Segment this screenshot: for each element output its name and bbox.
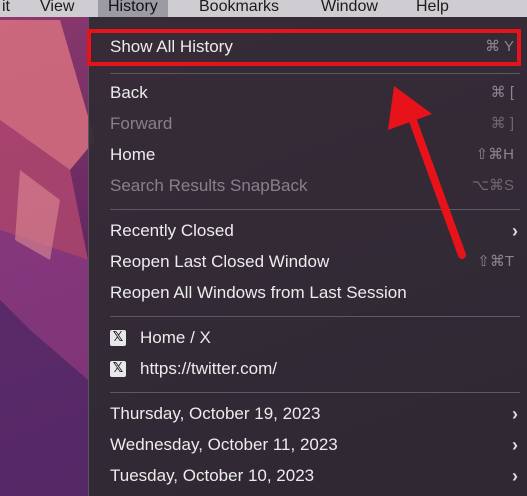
menu-bar: it View History Bookmarks Window Help (0, 0, 527, 17)
menu-separator (110, 73, 520, 74)
reopen-all-label: Reopen All Windows from Last Session (110, 283, 407, 302)
history-date-item[interactable]: Tuesday, October 10, 2023 › (89, 462, 527, 490)
search-results-snapback-item: Search Results SnapBack ⌥⌘S (89, 172, 527, 200)
chevron-right-icon: › (512, 435, 518, 455)
reopen-all-windows-item[interactable]: Reopen All Windows from Last Session (89, 279, 527, 307)
forward-label: Forward (110, 114, 173, 133)
recently-closed-label: Recently Closed (110, 221, 234, 240)
history-page-label: Home / X (140, 328, 211, 347)
back-shortcut: ⌘ [ (490, 84, 514, 101)
reopen-last-closed-window-item[interactable]: Reopen Last Closed Window ⇧⌘T (89, 248, 527, 276)
menu-window[interactable]: Window (321, 0, 378, 17)
history-dropdown-menu: Show All History ⌘ Y Back ⌘ [ Forward ⌘ … (88, 17, 527, 496)
history-page-label: https://twitter.com/ (140, 359, 277, 378)
home-shortcut: ⇧⌘H (475, 146, 514, 163)
home-item[interactable]: Home ⇧⌘H (89, 141, 527, 169)
history-date-label: Tuesday, October 10, 2023 (110, 466, 315, 485)
reopen-last-shortcut: ⇧⌘T (477, 253, 514, 270)
x-logo-icon: 𝕏 (110, 330, 126, 346)
recently-closed-item[interactable]: Recently Closed › (89, 217, 527, 245)
history-date-item[interactable]: Thursday, October 19, 2023 › (89, 400, 527, 428)
history-page-item[interactable]: 𝕏 https://twitter.com/ (89, 355, 527, 383)
menu-separator (110, 392, 520, 393)
menu-history[interactable]: History (98, 0, 168, 17)
chevron-right-icon: › (512, 466, 518, 486)
menu-view[interactable]: View (40, 0, 74, 17)
back-label: Back (110, 83, 148, 102)
chevron-right-icon: › (512, 221, 518, 241)
history-date-label: Thursday, October 19, 2023 (110, 404, 321, 423)
forward-shortcut: ⌘ ] (490, 115, 514, 132)
history-date-item[interactable]: Wednesday, October 11, 2023 › (89, 431, 527, 459)
menu-separator (110, 316, 520, 317)
snapback-shortcut: ⌥⌘S (471, 177, 514, 194)
menu-bookmarks[interactable]: Bookmarks (199, 0, 279, 17)
red-highlight-box (87, 29, 521, 66)
menu-edit[interactable]: it (2, 0, 10, 17)
menu-help[interactable]: Help (416, 0, 449, 17)
forward-item: Forward ⌘ ] (89, 110, 527, 138)
chevron-right-icon: › (512, 404, 518, 424)
home-label: Home (110, 145, 156, 164)
x-logo-icon: 𝕏 (110, 361, 126, 377)
reopen-last-label: Reopen Last Closed Window (110, 252, 330, 271)
menu-separator (110, 209, 520, 210)
history-page-item[interactable]: 𝕏 Home / X (89, 324, 527, 352)
back-item[interactable]: Back ⌘ [ (89, 79, 527, 107)
history-date-label: Wednesday, October 11, 2023 (110, 435, 338, 454)
snapback-label: Search Results SnapBack (110, 176, 308, 195)
